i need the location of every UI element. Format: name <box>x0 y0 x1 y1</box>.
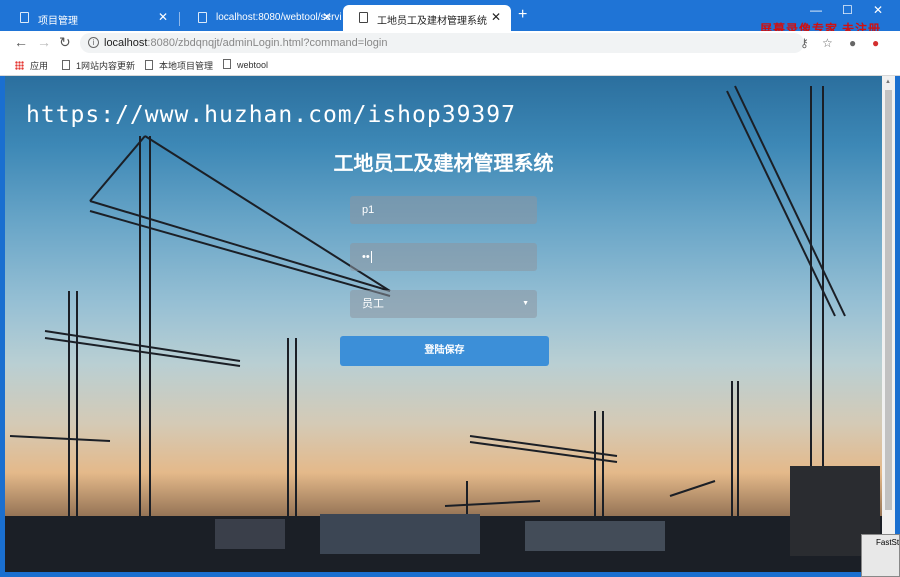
site-watermark: https://www.huzhan.com/ishop39397 <box>26 102 516 128</box>
close-tab-icon[interactable]: ✕ <box>158 10 168 24</box>
faststone-taskbar-item[interactable]: FastSt <box>861 534 900 577</box>
account-icon[interactable]: ● <box>849 36 856 50</box>
tab-divider <box>179 12 180 26</box>
page-icon <box>223 59 231 69</box>
bookmark-label: 1网站内容更新 <box>76 61 136 71</box>
page-scrollbar[interactable]: ▲ ▼ <box>882 76 895 572</box>
address-bar[interactable]: i localhost:8080/zbdqnqjt/adminLogin.htm… <box>80 33 804 53</box>
tab-title: 工地员工及建材管理系统 <box>377 16 487 27</box>
tab-webtool[interactable]: localhost:8080/webtool/servic ✕ <box>182 5 342 31</box>
password-value: •• <box>362 251 370 263</box>
bookmarks-bar: 应用 1网站内容更新 本地项目管理 webtool <box>0 55 900 76</box>
apps-icon <box>15 61 24 70</box>
role-selected-value: 员工 <box>362 298 384 310</box>
bookmark-local-projects[interactable]: 本地项目管理 <box>145 59 213 72</box>
browser-toolbar: ← → ↻ i localhost:8080/zbdqnqjt/adminLog… <box>0 31 900 55</box>
tab-login[interactable]: 工地员工及建材管理系统 ✕ <box>343 5 511 31</box>
bookmark-apps[interactable]: 应用 <box>15 59 48 72</box>
tab-bar: 项目管理 ✕ localhost:8080/webtool/servic ✕ 工… <box>0 0 900 36</box>
forward-icon[interactable]: → <box>37 34 51 50</box>
password-input[interactable]: •• <box>350 243 537 271</box>
bookmark-label: 本地项目管理 <box>159 61 214 71</box>
dropdown-caret-icon: ▼ <box>522 300 529 307</box>
reload-icon[interactable]: ↻ <box>59 34 71 51</box>
close-tab-icon[interactable]: ✕ <box>322 10 332 24</box>
login-button[interactable]: 登陆保存 <box>340 336 549 366</box>
star-icon[interactable]: ☆ <box>822 36 833 50</box>
close-window-icon[interactable]: ✕ <box>873 3 883 17</box>
username-input[interactable]: p1 <box>350 196 537 224</box>
bookmark-label: 应用 <box>30 61 49 71</box>
bookmark-site-update[interactable]: 1网站内容更新 <box>62 59 135 72</box>
scroll-thumb[interactable] <box>885 90 892 510</box>
address-text: localhost:8080/zbdqnqjt/adminLogin.html?… <box>104 37 387 49</box>
scroll-up-icon[interactable]: ▲ <box>885 79 891 85</box>
username-value: p1 <box>362 204 375 216</box>
page-title: 工地员工及建材管理系统 <box>333 153 554 175</box>
info-icon[interactable]: i <box>88 37 99 48</box>
role-select[interactable]: 员工 ▼ <box>350 290 537 318</box>
address-path: :8080/zbdqnqjt/adminLogin.html?command=l… <box>147 37 388 49</box>
tab-project-management[interactable]: 项目管理 ✕ <box>4 5 178 31</box>
page-icon <box>198 12 207 23</box>
back-icon[interactable]: ← <box>14 34 28 50</box>
minimize-icon[interactable]: — <box>810 3 822 17</box>
bookmark-webtool[interactable]: webtool <box>223 59 268 70</box>
page-icon <box>62 60 70 70</box>
bookmark-label: webtool <box>237 60 269 70</box>
new-tab-button[interactable]: + <box>518 6 527 24</box>
address-host: localhost <box>104 37 148 49</box>
page-viewport: https://www.huzhan.com/ishop39397 工地员工及建… <box>5 76 882 572</box>
page-icon <box>145 60 153 70</box>
page-icon <box>359 12 368 23</box>
faststone-label: FastSt <box>876 538 900 547</box>
page-icon <box>20 12 29 23</box>
maximize-icon[interactable]: ☐ <box>842 3 853 17</box>
update-icon[interactable]: ● <box>872 36 879 50</box>
tab-title: 项目管理 <box>38 16 78 27</box>
key-icon[interactable]: ⚷ <box>800 36 809 50</box>
close-tab-icon[interactable]: ✕ <box>491 10 501 24</box>
text-cursor <box>370 251 372 263</box>
